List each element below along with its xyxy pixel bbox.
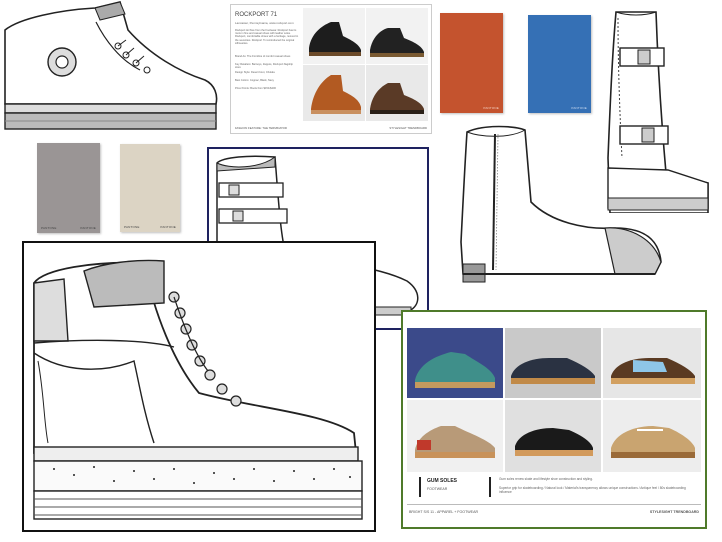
rockport-best-colors: Best Colors: Cognac, Black, Navy (235, 79, 274, 82)
swatch-beige-label-left: PANTONE (124, 225, 140, 229)
swatch-gray-label-right: PANTONE (80, 226, 96, 230)
gum-footer-left: BRIGHT S/S 11 - APPAREL + FOOTWEAR (409, 510, 479, 514)
swatch-beige: PANTONE PANTONE (120, 144, 180, 232)
rockport-brand: Brand As: The Frontline of comfort casua… (235, 55, 291, 58)
rockport-retailers: Key Retailers: Barneys, Zappos, Rockport… (235, 63, 293, 70)
gum-subtitle: FOOTWEAR (427, 487, 448, 491)
gum-soles-trendboard: GUM SOLES FOOTWEAR Gum soles renew skate… (401, 310, 707, 529)
rockport-price-points: Price Points: Boots from $150-$200 (235, 87, 276, 90)
gum-photo-tan-chukka (407, 400, 503, 472)
gum-description-2: Superior grip for skateboarding / Natura… (499, 486, 686, 494)
swatch-blue: PANTONE (528, 15, 591, 113)
large-hiking-boot-sketch (33, 259, 363, 520)
rockport-title: ROCKPORT 71 (235, 12, 278, 18)
swatch-orange-label: PANTONE (483, 106, 499, 110)
rockport-description: Rockport Archive from the Footwear. Rock… (235, 29, 299, 45)
large-hiking-boot-frame (22, 241, 376, 532)
gum-photo-brown-shoe (603, 328, 701, 398)
swatch-beige-label-right: PANTONE (160, 225, 176, 229)
gum-divider (419, 477, 421, 497)
gum-title: GUM SOLES (427, 478, 458, 484)
rockport-subtitle: Lancaster, Pennsylvania, www.rockport.co… (235, 21, 294, 25)
gum-divider-right (489, 477, 491, 497)
hiking-boot-sketch (0, 0, 222, 136)
gum-footer-right: STYLESIGHT TRENDBOARD (649, 510, 699, 514)
swatch-blue-label: PANTONE (571, 106, 587, 110)
gum-photo-black-slipon (505, 400, 601, 472)
rockport-photo-black-chukka (366, 8, 428, 64)
rockport-photo-black-boot (303, 8, 365, 64)
rockport-design-style: Design Style: Desert boot, Chukka (235, 71, 275, 74)
rockport-trendboard: ROCKPORT 71 Lancaster, Pennsylvania, www… (230, 4, 432, 134)
rockport-footer-left: FASHION FEATURE: THE TERMINATOR (235, 126, 287, 130)
gum-description-1: Gum soles renew skate and lifestyle shoe… (499, 477, 593, 481)
gum-photo-tan-sneaker (603, 400, 701, 472)
gum-photo-navy-shoe (505, 328, 601, 398)
rockport-footer-right: STYLESIGHT TRENDBOARD (389, 126, 427, 130)
rockport-photo-brown-boot (366, 65, 428, 121)
swatch-gray-label-left: PANTONE (41, 226, 57, 230)
swatch-orange: PANTONE (440, 13, 503, 113)
gum-footer-rule (407, 504, 701, 505)
zip-ankle-boot-sketch (455, 122, 665, 290)
gum-photo-teal-shoe (407, 328, 503, 398)
swatch-gray: PANTONE PANTONE (37, 143, 100, 233)
rockport-photo-tan-boot (303, 65, 365, 121)
